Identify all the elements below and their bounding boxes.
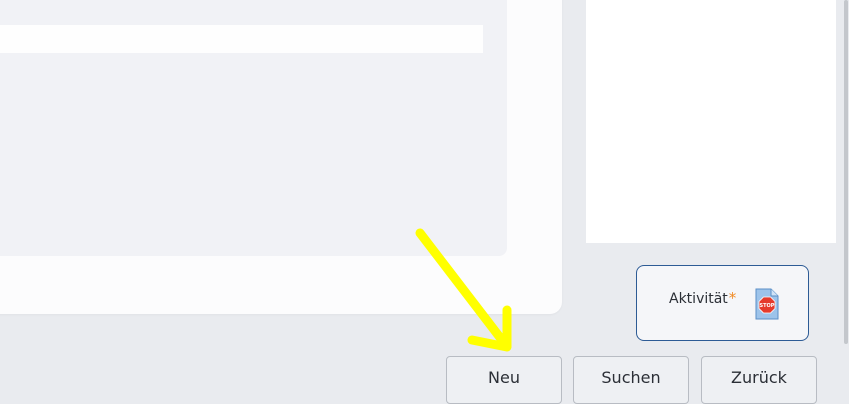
back-button[interactable]: Zurück <box>701 356 817 404</box>
stop-document-icon: STOP <box>755 288 779 320</box>
activity-card[interactable]: Aktivität* STOP <box>636 265 809 341</box>
new-button[interactable]: Neu <box>446 356 562 404</box>
side-panel <box>586 0 836 243</box>
scrollbar-thumb[interactable] <box>844 0 848 344</box>
svg-text:STOP: STOP <box>760 303 775 309</box>
form-text-field[interactable] <box>0 25 483 53</box>
activity-label: Aktivität* <box>669 289 736 307</box>
search-button[interactable]: Suchen <box>573 356 689 404</box>
activity-label-text: Aktivität <box>669 291 728 307</box>
required-marker: * <box>728 289 737 307</box>
